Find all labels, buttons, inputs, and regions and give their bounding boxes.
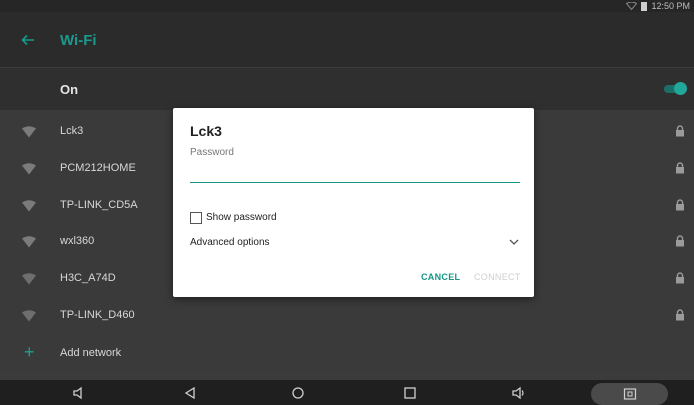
page-title: Wi-Fi [60, 32, 97, 49]
network-row[interactable]: TP-LINK_D460 [0, 298, 694, 334]
recents-nav-icon[interactable] [403, 386, 417, 400]
wifi-toggle[interactable] [664, 82, 687, 95]
lock-icon [676, 272, 684, 284]
network-name: wxl360 [60, 235, 95, 247]
wifi-signal-icon [22, 163, 36, 175]
status-bar: 12:50 PM [0, 0, 694, 12]
screenshot-button[interactable] [591, 383, 668, 405]
lock-icon [676, 162, 684, 174]
lock-icon [676, 235, 684, 247]
lock-icon [676, 199, 684, 211]
screenshot-icon [623, 388, 637, 400]
password-label: Password [190, 147, 234, 158]
wifi-signal-icon [22, 273, 36, 285]
password-field[interactable] [190, 160, 520, 183]
cancel-button[interactable]: CANCEL [421, 272, 460, 282]
wifi-signal-icon [22, 200, 36, 212]
wifi-signal-icon [22, 236, 36, 248]
add-network-row[interactable]: + Add network [0, 336, 694, 372]
connect-dialog: Lck3 Password Show password Advanced opt… [173, 108, 534, 297]
volume-up-icon[interactable] [512, 386, 526, 400]
navigation-bar [0, 380, 694, 405]
show-password-checkbox[interactable] [190, 212, 202, 224]
back-arrow-icon[interactable] [19, 31, 37, 49]
plus-icon: + [24, 342, 35, 362]
wifi-master-switch-row[interactable]: On [0, 68, 694, 110]
lock-icon [676, 309, 684, 321]
volume-down-icon[interactable] [72, 386, 86, 400]
master-switch-label: On [60, 82, 79, 97]
wifi-signal-icon [22, 126, 36, 138]
app-bar: Wi-Fi [0, 12, 694, 68]
show-password-label[interactable]: Show password [206, 212, 277, 223]
battery-icon [641, 1, 648, 11]
wifi-status-icon [626, 2, 638, 10]
home-nav-icon[interactable] [291, 386, 305, 400]
clock: 12:50 PM [651, 1, 690, 11]
network-name: PCM212HOME [60, 162, 136, 174]
network-name: Lck3 [60, 125, 84, 137]
add-network-label: Add network [60, 347, 122, 359]
network-name: H3C_A74D [60, 272, 116, 284]
connect-button[interactable]: CONNECT [474, 272, 521, 282]
network-name: TP-LINK_D460 [60, 309, 135, 321]
back-nav-icon[interactable] [183, 386, 197, 400]
advanced-options-toggle[interactable]: Advanced options [190, 237, 270, 248]
lock-icon [676, 125, 684, 137]
toggle-thumb [674, 82, 687, 95]
chevron-down-icon[interactable] [509, 238, 519, 246]
network-name: TP-LINK_CD5A [60, 199, 138, 211]
wifi-signal-icon [22, 310, 36, 322]
dialog-title: Lck3 [190, 123, 222, 139]
